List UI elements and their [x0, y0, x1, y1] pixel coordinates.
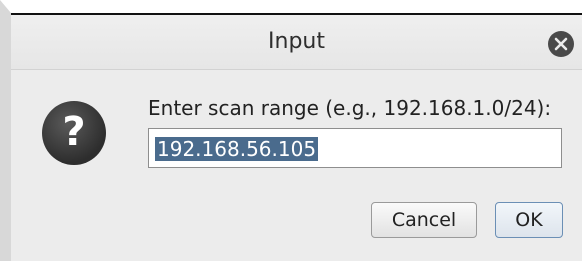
cancel-button[interactable]: Cancel	[371, 202, 477, 238]
close-icon	[554, 37, 568, 51]
close-button[interactable]	[548, 31, 574, 57]
question-mark-glyph: ?	[62, 109, 86, 155]
dialog-title: Input	[268, 29, 325, 54]
dialog-titlebar[interactable]: Input	[11, 13, 582, 70]
question-icon: ?	[42, 101, 106, 165]
ok-button[interactable]: OK	[495, 202, 563, 238]
prompt-label: Enter scan range (e.g., 192.168.1.0/24):	[148, 96, 552, 120]
selected-input-text: 192.168.56.105	[155, 137, 319, 161]
scan-range-input-box[interactable]: 192.168.56.105	[148, 128, 562, 168]
